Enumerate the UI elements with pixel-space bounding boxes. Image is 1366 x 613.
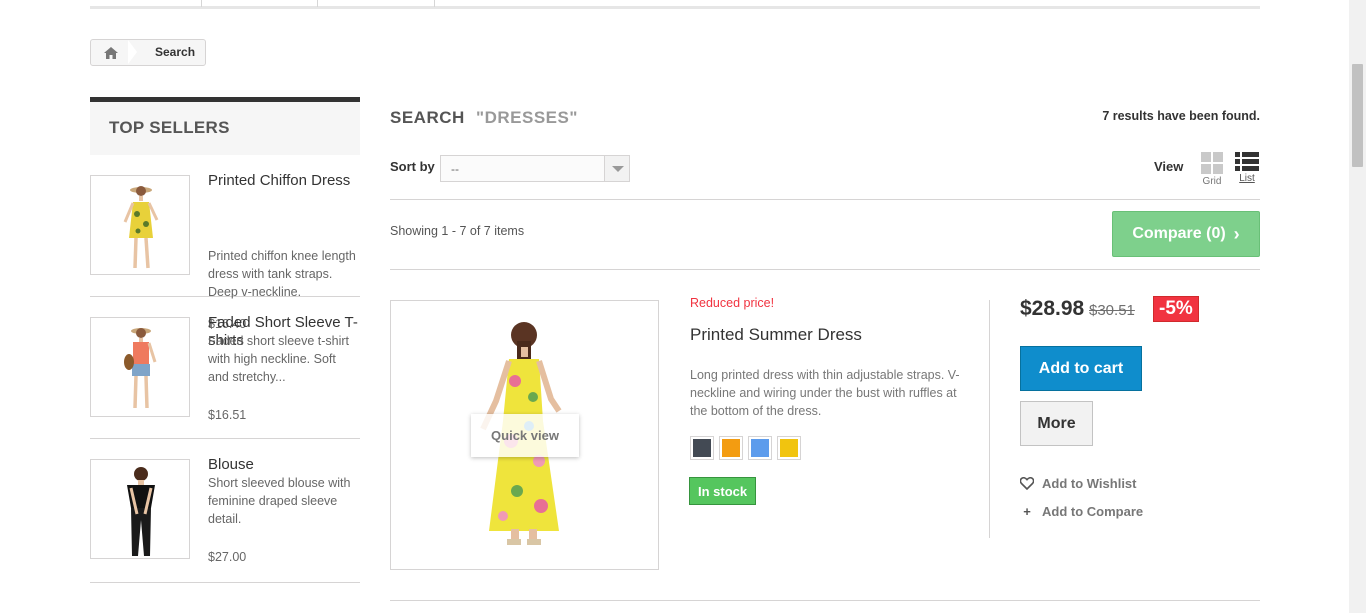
heart-icon xyxy=(1020,477,1034,490)
view-label: View xyxy=(1154,159,1184,174)
discount-badge: -5% xyxy=(1153,296,1199,322)
compare-button[interactable]: Compare (0) › xyxy=(1112,211,1260,257)
color-swatch-yellow[interactable] xyxy=(777,436,801,460)
divider xyxy=(390,600,1260,601)
breadcrumb-separator xyxy=(128,40,137,64)
top-menu-bar xyxy=(90,0,1260,9)
old-price: $30.51 xyxy=(1089,302,1135,319)
pagination-summary: Showing 1 - 7 of 7 items xyxy=(390,224,525,238)
color-swatches xyxy=(690,436,801,460)
list-item: Printed Chiffon Dress Printed chiffon kn… xyxy=(90,155,360,331)
add-to-wishlist-label: Add to Wishlist xyxy=(1042,476,1137,491)
view-grid-label: Grid xyxy=(1202,176,1222,187)
breadcrumb: Search xyxy=(90,39,206,66)
divider xyxy=(989,300,990,538)
color-swatch-dark[interactable] xyxy=(690,436,714,460)
product-price: $28.98 xyxy=(1020,297,1085,320)
stock-badge: In stock xyxy=(689,477,757,505)
product-price: $27.00 xyxy=(208,550,247,564)
sort-select[interactable]: -- xyxy=(440,155,630,182)
result-count: 7 results have been found. xyxy=(1102,109,1260,123)
chevron-right-icon: › xyxy=(1233,224,1240,244)
view-list-label: List xyxy=(1239,173,1255,184)
add-to-cart-button[interactable]: Add to cart xyxy=(1020,346,1142,391)
product-image[interactable]: Quick view xyxy=(390,300,659,570)
product-description-text: Faded short sleeve t-shirt with high nec… xyxy=(208,334,350,384)
list-item: Faded Short Sleeve T-shirts Faded short … xyxy=(90,297,360,439)
product-description: Long printed dress with thin adjustable … xyxy=(690,368,960,418)
product-thumbnail[interactable] xyxy=(90,459,190,559)
grid-view-icon xyxy=(1201,152,1223,174)
product-name-link[interactable]: Blouse xyxy=(208,456,360,474)
top-sellers-title[interactable]: Top sellers xyxy=(90,97,360,155)
view-list-toggle[interactable]: List xyxy=(1234,152,1260,184)
breadcrumb-current: Search xyxy=(155,45,196,59)
reduced-price-flag: Reduced price! xyxy=(690,296,775,310)
product-description-text: Printed chiffon knee length dress with t… xyxy=(208,249,356,299)
sort-label: Sort by xyxy=(390,159,435,174)
product-thumbnail[interactable] xyxy=(90,175,190,275)
quick-view-button[interactable]: Quick view xyxy=(471,414,579,457)
page-scrollbar[interactable] xyxy=(1349,0,1366,613)
view-grid-toggle[interactable]: Grid xyxy=(1199,152,1225,187)
divider xyxy=(390,269,1260,270)
divider xyxy=(390,199,1260,200)
breadcrumb-home-link[interactable] xyxy=(91,40,131,65)
add-to-wishlist-link[interactable]: Add to Wishlist xyxy=(1020,476,1137,491)
add-to-compare-label: Add to Compare xyxy=(1042,504,1144,519)
home-icon xyxy=(104,46,118,59)
search-heading: Search xyxy=(390,108,465,127)
compare-button-label: Compare (0) xyxy=(1132,225,1226,242)
top-sellers-block: Top sellers Printed Chiffon Dress Printe… xyxy=(90,97,360,583)
list-view-icon xyxy=(1235,152,1259,171)
product-thumbnail[interactable] xyxy=(90,317,190,417)
product-description-text: Short sleeved blouse with feminine drape… xyxy=(208,476,351,526)
plus-icon: + xyxy=(1023,504,1031,519)
sort-selected-value: -- xyxy=(451,162,459,176)
chevron-down-icon xyxy=(604,156,629,181)
more-button[interactable]: More xyxy=(1020,401,1093,446)
color-swatch-blue[interactable] xyxy=(748,436,772,460)
color-swatch-orange[interactable] xyxy=(719,436,743,460)
scrollbar-thumb[interactable] xyxy=(1352,64,1363,167)
product-name-link[interactable]: Printed Summer Dress xyxy=(690,325,862,345)
list-item: Blouse Short sleeved blouse with feminin… xyxy=(90,439,360,583)
page-title: Search "DRESSES" xyxy=(390,108,578,128)
search-term: "DRESSES" xyxy=(476,108,578,127)
product-price: $16.51 xyxy=(208,408,247,422)
page: Search Top sellers Printed Chiffon Dress xyxy=(0,0,1366,613)
add-to-compare-link[interactable]: + Add to Compare xyxy=(1020,504,1143,519)
product-name-link[interactable]: Printed Chiffon Dress xyxy=(208,172,360,190)
